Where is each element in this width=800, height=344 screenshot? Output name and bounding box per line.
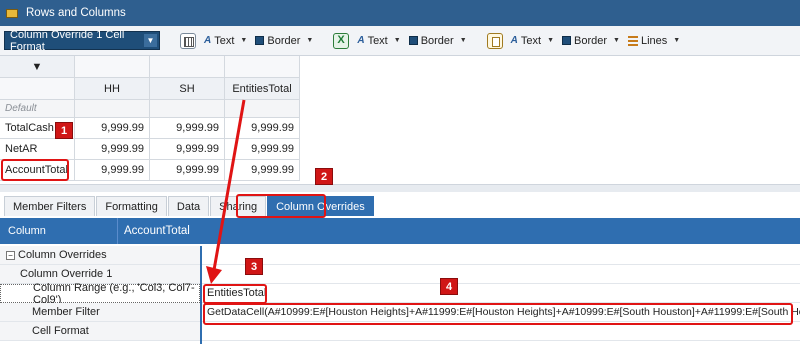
override-group-value-blank	[202, 265, 800, 284]
report-text-format-button[interactable]: A Text ▼	[511, 35, 554, 47]
member-filter-field[interactable]: GetDataCell(A#10999:E#[Houston Heights]+…	[202, 303, 800, 322]
column-header-hh[interactable]: HH	[75, 78, 150, 100]
row-label-netar[interactable]: NetAR	[0, 139, 75, 160]
text-style-icon: A	[204, 35, 212, 46]
annotation-badge-1: 1	[55, 122, 73, 139]
tab-formatting[interactable]: Formatting	[96, 196, 167, 216]
border-icon	[255, 36, 265, 45]
annotation-badge-3: 3	[245, 258, 263, 275]
section-value-blank	[202, 246, 800, 265]
tab-sharing[interactable]: Sharing	[210, 196, 267, 216]
toolbar-group-report: A Text ▼ Border ▼ Lines ▼	[486, 32, 681, 49]
grid-cell[interactable]: 9,999.99	[225, 139, 300, 160]
preview-grid: ▼ HH SH EntitiesTotal Default TotalCash …	[0, 56, 800, 184]
chevron-down-icon: ▼	[240, 37, 248, 44]
report-document-icon[interactable]	[486, 32, 503, 49]
column-selector-bar: Column AccountTotal	[0, 218, 800, 244]
chevron-down-icon[interactable]: ▼	[144, 34, 157, 47]
excel-text-format-button[interactable]: A Text ▼	[357, 35, 400, 47]
format-selector-value: Column Override 1 Cell Format	[10, 28, 125, 53]
row-label-accounttotal[interactable]: AccountTotal	[0, 160, 75, 181]
default-row-cell	[225, 100, 300, 118]
column-label: Column	[0, 218, 118, 244]
grid-format-icon[interactable]	[180, 32, 196, 49]
grid-cell[interactable]: 9,999.99	[75, 118, 150, 139]
format-selector-combo[interactable]: Column Override 1 Cell Format ▼	[4, 28, 160, 53]
tab-column-overrides[interactable]: Column Overrides	[267, 196, 374, 216]
settings-tabs: Member Filters Formatting Data Sharing C…	[4, 194, 374, 216]
window-title: Rows and Columns	[26, 7, 126, 19]
annotation-badge-4: 4	[440, 278, 458, 295]
panel-splitter[interactable]	[0, 184, 800, 192]
section-column-overrides[interactable]: − Column Overrides	[0, 246, 200, 265]
grid-cell[interactable]: 9,999.99	[75, 139, 150, 160]
report-border-format-button[interactable]: Border ▼	[562, 35, 620, 47]
annotation-badge-2: 2	[315, 168, 333, 185]
default-row-label: Default	[0, 100, 75, 118]
default-row-cell	[150, 100, 225, 118]
border-icon	[408, 36, 418, 45]
grid-cell[interactable]: 9,999.99	[75, 160, 150, 181]
collapse-icon[interactable]: −	[6, 250, 15, 260]
filter-funnel-icon[interactable]: ▼	[0, 56, 75, 78]
column-header-entitiestotal[interactable]: EntitiesTotal	[225, 78, 300, 100]
window-titlebar: Rows and Columns	[0, 0, 800, 26]
excel-border-format-button[interactable]: Border ▼	[408, 35, 467, 47]
text-style-icon: A	[510, 35, 518, 46]
grid-cell[interactable]: 9,999.99	[150, 118, 225, 139]
chevron-down-icon: ▼	[613, 37, 620, 44]
chevron-down-icon: ▼	[673, 37, 681, 44]
member-filter-label: Member Filter	[0, 303, 200, 322]
grid-corner	[0, 78, 75, 100]
grid-cell[interactable]: 9,999.99	[150, 160, 225, 181]
chevron-down-icon: ▼	[393, 37, 401, 44]
cell-format-field[interactable]	[202, 322, 800, 341]
border-icon	[562, 36, 572, 45]
lines-format-button[interactable]: Lines ▼	[627, 35, 681, 47]
tab-member-filters[interactable]: Member Filters	[4, 196, 96, 216]
grid-header-blank	[225, 56, 300, 78]
default-row-cell	[75, 100, 150, 118]
chevron-down-icon: ▼	[547, 37, 555, 44]
grid-header-blank	[75, 56, 150, 78]
chevron-down-icon: ▼	[459, 37, 467, 44]
toolbar-group-grid: A Text ▼ Border ▼	[180, 32, 313, 49]
border-format-button[interactable]: Border ▼	[255, 35, 313, 47]
tab-data[interactable]: Data	[167, 196, 210, 216]
text-style-icon: A	[357, 35, 365, 46]
column-range-field[interactable]: EntitiesTotal	[202, 284, 800, 303]
property-grid: − Column Overrides Column Override 1 Col…	[0, 246, 800, 344]
cell-format-label: Cell Format	[0, 322, 200, 341]
column-header-sh[interactable]: SH	[150, 78, 225, 100]
grid-cell[interactable]: 9,999.99	[225, 160, 300, 181]
grid-cell[interactable]: 9,999.99	[225, 118, 300, 139]
toolbar-group-excel: AText▼ Border▼	[333, 32, 467, 49]
column-value[interactable]: AccountTotal	[120, 222, 790, 240]
lines-icon	[627, 35, 638, 46]
chevron-down-icon: ▼	[306, 37, 314, 44]
table-icon	[6, 8, 18, 18]
excel-icon[interactable]	[333, 32, 350, 49]
format-toolbar: Column Override 1 Cell Format ▼ A Text ▼ B…	[0, 26, 800, 56]
grid-header-blank	[150, 56, 225, 78]
grid-cell[interactable]: 9,999.99	[150, 139, 225, 160]
text-format-button[interactable]: A Text ▼	[204, 35, 247, 47]
property-grid-divider[interactable]	[200, 246, 202, 344]
column-range-label: Column Range (e.g., 'Col3, Col7-Col9')	[0, 282, 200, 306]
